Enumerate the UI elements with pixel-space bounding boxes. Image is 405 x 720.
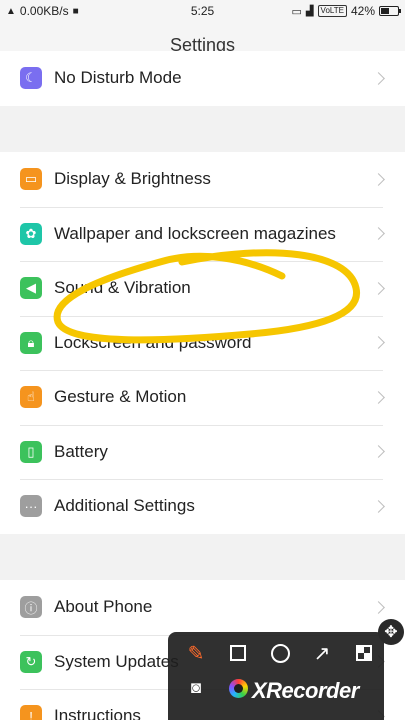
screen-recorder-toolbar: ✎ ↗ ◙ XRecorder — [168, 632, 384, 720]
chevron-right-icon — [372, 172, 385, 186]
chevron-right-icon — [372, 600, 385, 614]
mosaic-icon[interactable] — [350, 639, 378, 667]
settings-group-1: ☾ No Disturb Mode — [0, 51, 405, 106]
settings-item-battery[interactable]: ▯ Battery — [0, 424, 405, 480]
brush-icon[interactable]: ✎ — [182, 639, 210, 667]
chevron-right-icon — [372, 71, 385, 85]
circle-icon[interactable] — [266, 639, 294, 667]
chevron-right-icon — [372, 390, 385, 404]
camera-icon[interactable]: ◙ — [182, 674, 210, 702]
chevron-right-icon — [372, 499, 385, 513]
volte-badge: VoLTE — [317, 5, 347, 17]
move-handle-icon[interactable]: ✥ — [378, 619, 404, 645]
chevron-right-icon — [372, 281, 385, 295]
settings-item-sound[interactable]: ◀ Sound & Vibration — [0, 261, 405, 316]
battery-percent: 42% — [350, 4, 375, 18]
settings-item-no-disturb[interactable]: ☾ No Disturb Mode — [0, 51, 405, 106]
chevron-right-icon — [372, 227, 385, 241]
settings-item-label: Lockscreen and password — [54, 332, 252, 352]
settings-item-label: System Updates — [54, 651, 179, 671]
settings-item-wallpaper[interactable]: ✿ Wallpaper and lockscreen magazines — [0, 206, 405, 262]
settings-item-label: Gesture & Motion — [54, 387, 187, 407]
settings-item-label: Display & Brightness — [54, 169, 211, 189]
settings-item-label: Instructions — [54, 706, 141, 720]
battery-status-icon — [379, 6, 401, 16]
settings-item-label: Additional Settings — [54, 496, 195, 516]
settings-item-label: Wallpaper and lockscreen magazines — [54, 223, 336, 243]
settings-item-label: Sound & Vibration — [54, 278, 191, 298]
more-icon: ··· — [20, 495, 42, 518]
chevron-right-icon — [372, 445, 385, 459]
arrow-icon[interactable]: ↗ — [308, 639, 336, 667]
display-icon: ▭ — [20, 168, 42, 191]
chevron-right-icon — [372, 336, 385, 350]
battery-icon: ▯ — [20, 440, 42, 463]
instructions-icon: ! — [20, 705, 42, 720]
settings-item-label: Battery — [54, 441, 108, 461]
update-icon: ↻ — [20, 650, 42, 673]
settings-item-display[interactable]: ▭ Display & Brightness — [0, 152, 405, 207]
cast-icon: ▭ — [291, 5, 302, 18]
flower-icon: ✿ — [20, 222, 42, 245]
cell-signal-icon: ▟ — [305, 5, 314, 17]
status-bar: ▲ 0.00KB/s ■ 5:25 ▭ ▟ VoLTE 42% — [0, 0, 405, 22]
info-icon: ⓘ — [20, 596, 42, 619]
hand-icon: ☝︎ — [20, 386, 42, 409]
settings-group-2: ▭ Display & Brightness ✿ Wallpaper and l… — [0, 152, 405, 534]
settings-item-gesture[interactable]: ☝︎ Gesture & Motion — [0, 370, 405, 425]
lock-icon: 🔒︎ — [20, 331, 42, 354]
settings-item-label: No Disturb Mode — [54, 68, 182, 88]
square-icon[interactable] — [224, 639, 252, 667]
color-picker-icon[interactable] — [224, 674, 252, 702]
speaker-icon: ◀ — [20, 277, 42, 300]
settings-item-additional[interactable]: ··· Additional Settings — [0, 479, 405, 534]
recorder-watermark: XRecorder — [252, 678, 359, 703]
settings-item-about[interactable]: ⓘ About Phone — [0, 580, 405, 635]
moon-icon: ☾ — [20, 67, 42, 90]
settings-item-label: About Phone — [54, 597, 153, 617]
settings-item-lockscreen[interactable]: 🔒︎ Lockscreen and password — [0, 315, 405, 371]
